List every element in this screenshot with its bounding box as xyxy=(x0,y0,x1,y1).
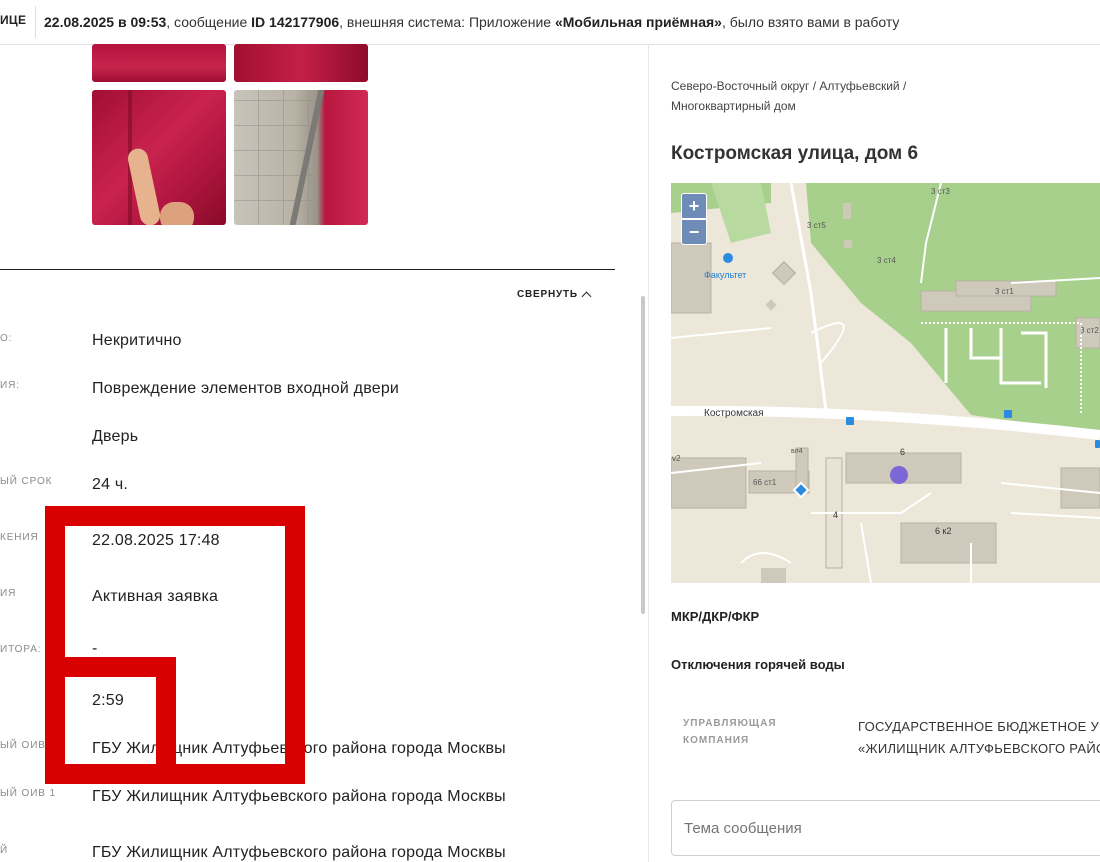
management-company-value: ГОСУДАРСТВЕННОЕ БЮДЖЕТНОЕ УЧ «ЖИЛИЩНИК А… xyxy=(858,716,1100,760)
map-building xyxy=(844,240,852,248)
map-canvas[interactable]: Костромская Факультет 3 ст1 3 ст3 3 ст4 … xyxy=(671,183,1100,583)
detail-value-oiv: ГБУ Жилищник Алтуфьевского района города… xyxy=(92,740,506,757)
map-building-label: 3 ст4 xyxy=(877,256,896,265)
management-company-label: УПРАВЛЯЮЩАЯ КОМПАНИЯ xyxy=(683,715,777,749)
management-company-label-line: УПРАВЛЯЮЩАЯ xyxy=(683,718,777,729)
map-building xyxy=(761,568,786,583)
detail-label: ИЯ: xyxy=(0,380,20,391)
notification-bar: ИЦЕ 22.08.2025 в 09:53, сообщение ID 142… xyxy=(0,0,1100,45)
chevron-up-icon xyxy=(581,291,592,301)
photo-thumbnail-1[interactable] xyxy=(92,44,226,82)
detail-value-time: 2:59 xyxy=(92,692,124,709)
detail-label: ИТОРА: xyxy=(0,644,42,655)
detail-value-category: Повреждение элементов входной двери xyxy=(92,380,400,397)
map-building-label: 3 ст5 xyxy=(807,221,826,230)
map-location-marker[interactable] xyxy=(890,466,908,484)
map-building xyxy=(765,299,777,311)
detail-value-oiv-1: ГБУ Жилищник Алтуфьевского района города… xyxy=(92,788,506,805)
message-topic-input[interactable] xyxy=(671,800,1100,856)
map-widget[interactable]: Костромская Факультет 3 ст1 3 ст3 3 ст4 … xyxy=(671,183,1100,583)
detail-label: КЕНИЯ xyxy=(0,532,39,543)
scrollbar[interactable] xyxy=(641,296,645,614)
detail-value-oiv-2: ГБУ Жилищник Алтуфьевского района города… xyxy=(92,844,506,861)
photo-thumbnail-3[interactable] xyxy=(92,90,226,225)
detail-label: Й xyxy=(0,845,9,856)
bus-stop-icon xyxy=(846,417,854,425)
management-company-value-line: «ЖИЛИЩНИК АЛТУФЬЕВСКОГО РАЙО xyxy=(858,741,1100,756)
pane-divider xyxy=(648,44,649,862)
notification-system: «Мобильная приёмная» xyxy=(554,14,722,30)
floor-tiles xyxy=(234,90,314,225)
map-building-label: 3 ст3 xyxy=(931,187,950,196)
section-title-mkr: МКР/ДКР/ФКР xyxy=(671,609,760,624)
map-building-label: 66 ст1 xyxy=(753,478,777,487)
detail-value-date: 22.08.2025 17:48 xyxy=(92,532,220,549)
map-building-label: 4 xyxy=(833,510,838,520)
map-zoom-in-button[interactable]: + xyxy=(681,193,707,219)
notification-message-id: ID 142177906 xyxy=(251,14,340,30)
detail-label: ЫЙ ОИВ xyxy=(0,740,46,751)
map-building-label: 6 к2 xyxy=(935,526,951,536)
bus-stop-icon xyxy=(1004,410,1012,418)
section-divider xyxy=(0,269,615,270)
notification-text-1: , сообщение xyxy=(166,14,252,30)
management-company-label-line: КОМПАНИЯ xyxy=(683,735,750,746)
map-road xyxy=(671,327,772,339)
detail-value-status: Активная заявка xyxy=(92,588,219,605)
bus-stop-icon xyxy=(1095,440,1100,448)
page-title: Костромская улица, дом 6 xyxy=(671,143,919,164)
hand-shape xyxy=(160,202,194,225)
map-building xyxy=(1060,467,1100,509)
map-building-label: 3 ст1 xyxy=(995,287,1014,296)
map-park xyxy=(711,183,771,243)
notification-datetime: 22.08.2025 в 09:53 xyxy=(44,14,167,30)
map-building-label: вл4 xyxy=(791,448,803,455)
detail-label: ЫЙ СРОК xyxy=(0,476,53,487)
notification-text-3: , было взято вами в работу xyxy=(721,14,900,30)
photo-thumbnail-2[interactable] xyxy=(234,44,368,82)
map-zoom-out-button[interactable]: − xyxy=(681,219,707,245)
notification-text-2: , внешняя система: Приложение xyxy=(339,14,555,30)
map-road xyxy=(740,552,792,564)
map-building xyxy=(771,260,797,286)
topbar-separator xyxy=(35,6,36,38)
detail-label: О: xyxy=(0,333,13,344)
notification-message: 22.08.2025 в 09:53, сообщение ID 1421779… xyxy=(44,14,899,30)
section-title-hot-water: Отключения горячей воды xyxy=(671,657,845,672)
collapse-label: СВЕРНУТЬ xyxy=(517,289,578,300)
map-street-label: Костромская xyxy=(704,408,764,419)
detail-value-object: Дверь xyxy=(92,428,139,445)
detail-label: ЫЙ ОИВ 1 xyxy=(0,788,56,799)
map-poi-icon[interactable] xyxy=(723,253,733,263)
map-building xyxy=(843,203,851,219)
map-building-label: 6 xyxy=(900,447,905,457)
annotation-highlight-box xyxy=(45,657,176,784)
breadcrumb: Северо-Восточный округ / Алтуфьевский / … xyxy=(671,79,907,113)
detail-value-criticality: Некритично xyxy=(92,332,182,349)
detail-value-deadline: 24 ч. xyxy=(92,476,129,493)
collapse-button[interactable]: СВЕРНУТЬ xyxy=(517,289,592,301)
management-company-value-line: ГОСУДАРСТВЕННОЕ БЮДЖЕТНОЕ УЧ xyxy=(858,719,1100,734)
topbar-left-label: ИЦЕ xyxy=(0,13,27,27)
map-building-label: 3 ст2 xyxy=(1080,326,1099,335)
map-poi-label: Факультет xyxy=(704,270,746,280)
detail-label: ИЯ xyxy=(0,588,17,599)
detail-value-monitor: - xyxy=(92,640,98,657)
map-building-label: v2 xyxy=(672,454,681,463)
photo-thumbnail-4[interactable] xyxy=(234,90,368,225)
